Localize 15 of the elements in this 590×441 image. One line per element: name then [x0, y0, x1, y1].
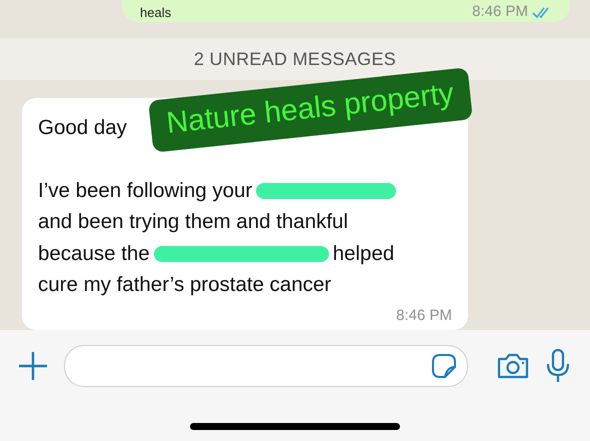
camera-icon[interactable]	[496, 353, 530, 379]
message-time: 8:46 PM	[396, 307, 452, 324]
message-text: I’ve been following your	[38, 178, 252, 203]
message-text: because the	[38, 242, 150, 266]
message-text: heals	[140, 6, 172, 20]
message-text: cure my father’s prostate cancer	[38, 273, 332, 298]
message-text: Good day	[38, 116, 127, 140]
message-time: 8:46 PM	[472, 3, 528, 20]
message-input-field[interactable]	[64, 345, 468, 387]
unread-count-label: 2 UNREAD MESSAGES	[194, 48, 396, 70]
microphone-icon[interactable]	[546, 349, 570, 383]
add-icon[interactable]	[18, 351, 48, 381]
message-text: helped	[332, 242, 394, 266]
sticker-icon[interactable]	[431, 353, 457, 379]
message-text: and been trying them and thankful	[38, 210, 348, 234]
